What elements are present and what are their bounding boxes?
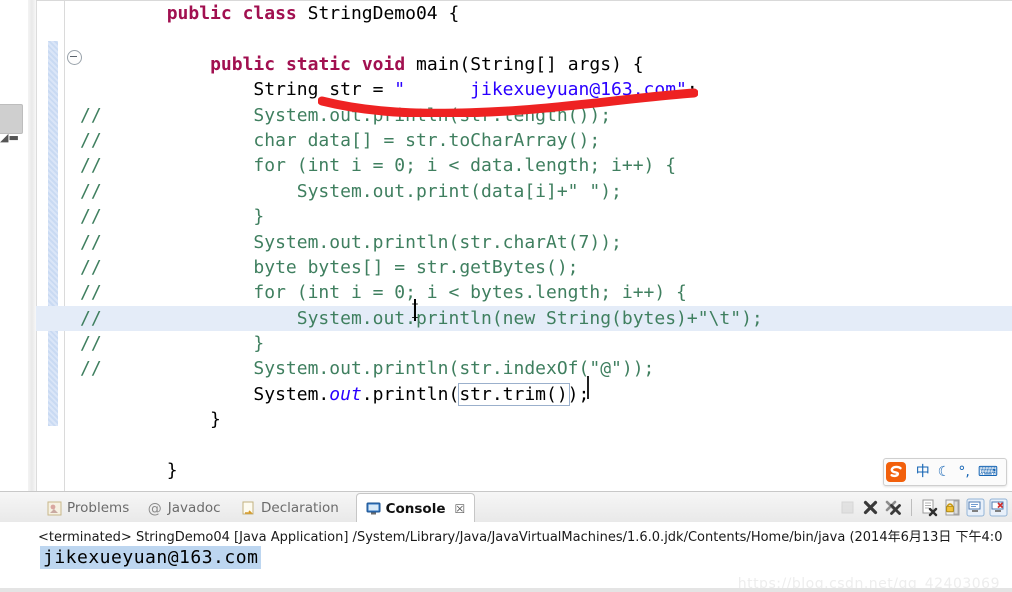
code-area[interactable]: public class StringDemo04 { public stati… [36,1,1012,483]
line-byte-bytes[interactable]: // byte bytes[] = str.getBytes(); [80,255,1012,280]
ime-punctuation-icon[interactable]: °, [954,460,973,484]
console-view[interactable]: <terminated> StringDemo04 [Java Applicat… [0,522,1012,592]
line-close-main[interactable]: } [80,407,1012,432]
bottom-view-panel: Problems @ Javadoc Declaration Console ☒ <ter… [0,491,1012,592]
javadoc-icon: @ [147,500,162,517]
line-println-length[interactable]: // System.out.println(str.length()); [80,103,1012,128]
partial-view-icon[interactable]: ◢▬ [0,130,24,146]
remove-launch-button[interactable] [861,498,880,517]
terminate-button [838,498,857,517]
line-main-decl[interactable]: public static void main(String[] args) { [80,52,1012,77]
boxed-occurrence-highlight [457,382,570,406]
line-blank-1[interactable] [80,26,1012,51]
console-output-text[interactable]: jikexueyuan@163.com [40,546,262,569]
line-for-bytes[interactable]: // for (int i = 0; i < bytes.length; i++… [80,280,1012,305]
tab-problems[interactable]: Problems [38,495,138,521]
left-edge-strip: ◢▬ [0,0,37,491]
ime-language-mode[interactable]: 中 [912,460,934,484]
pin-console-button[interactable] [966,498,985,517]
line-char-data[interactable]: // char data[] = str.toCharArray(); [80,128,1012,153]
line-println-indexof[interactable]: // System.out.println(str.indexOf("@")); [80,356,1012,381]
sogou-ime-toolbar[interactable]: 中 ☾ °, ⌨ [882,458,1007,486]
tab-console[interactable]: Console ☒ [355,493,476,524]
line-comment-marker: // [80,129,102,151]
window-bottom-edge [0,588,1012,592]
line-blank-2[interactable] [80,433,1012,458]
view-tab-bar: Problems @ Javadoc Declaration Console ☒ [0,492,1012,524]
tab-declaration[interactable]: Declaration [232,495,348,521]
console-icon [366,501,381,516]
line-close-for-data[interactable]: // } [80,204,1012,229]
line-comment-marker: // [80,180,102,202]
tab-close-icon[interactable]: ☒ [454,502,465,516]
line-close-class[interactable]: } [80,458,1012,483]
line-comment-marker: // [80,333,102,355]
display-console-button[interactable] [989,498,1008,517]
tab-declaration-label: Declaration [261,500,339,516]
ime-moon-mode-icon[interactable]: ☾ [934,460,955,484]
scroll-lock-button[interactable] [943,498,962,517]
line-comment-marker: // [80,282,102,304]
tab-console-label: Console [385,500,446,517]
line-comment-marker: // [80,155,102,177]
toolbar-separator [911,498,912,516]
line-string-decl[interactable]: String str = " jikexueyuan@163.com"; [80,77,1012,102]
tab-javadoc-label: Javadoc [167,500,221,516]
clear-console-button[interactable] [920,498,939,517]
console-toolbar [838,495,1008,519]
line-for-data[interactable]: // for (int i = 0; i < data.length; i++)… [80,153,1012,178]
line-comment-marker: // [80,256,102,278]
line-println-charat[interactable]: // System.out.println(str.charAt(7)); [80,230,1012,255]
line-comment-marker: // [80,104,102,126]
declaration-icon [241,501,256,516]
line-print-data[interactable]: // System.out.print(data[i]+" "); [80,179,1012,204]
java-source-editor[interactable]: public class StringDemo04 { public stati… [36,0,1012,492]
line-comment-marker: // [80,231,102,253]
sogou-logo-icon[interactable] [884,460,908,484]
change-marker-bar [48,41,58,426]
line-comment-marker: // [80,307,102,329]
problems-icon [47,501,62,516]
line-println-newstring[interactable]: // System.out.println(new String(bytes)+… [36,305,1012,332]
remove-all-button[interactable] [884,498,903,517]
ime-soft-keyboard-icon[interactable]: ⌨ [974,460,1002,484]
line-comment-marker: // [80,206,102,228]
tab-problems-label: Problems [67,500,130,516]
line-println-trim[interactable]: System.out.println(str.trim()); [80,382,1012,407]
tab-javadoc[interactable]: @ Javadoc [139,495,230,521]
text-insertion-caret [587,376,589,399]
line-class-decl[interactable]: public class StringDemo04 { [80,1,1012,26]
line-comment-marker: // [80,358,102,380]
line-close-for-bytes[interactable]: // } [80,331,1012,356]
console-launch-header: <terminated> StringDemo04 [Java Applicat… [38,530,1003,545]
hover-caret [414,299,416,321]
editor-left-rule [36,1,37,492]
gutter-separator [64,1,65,492]
